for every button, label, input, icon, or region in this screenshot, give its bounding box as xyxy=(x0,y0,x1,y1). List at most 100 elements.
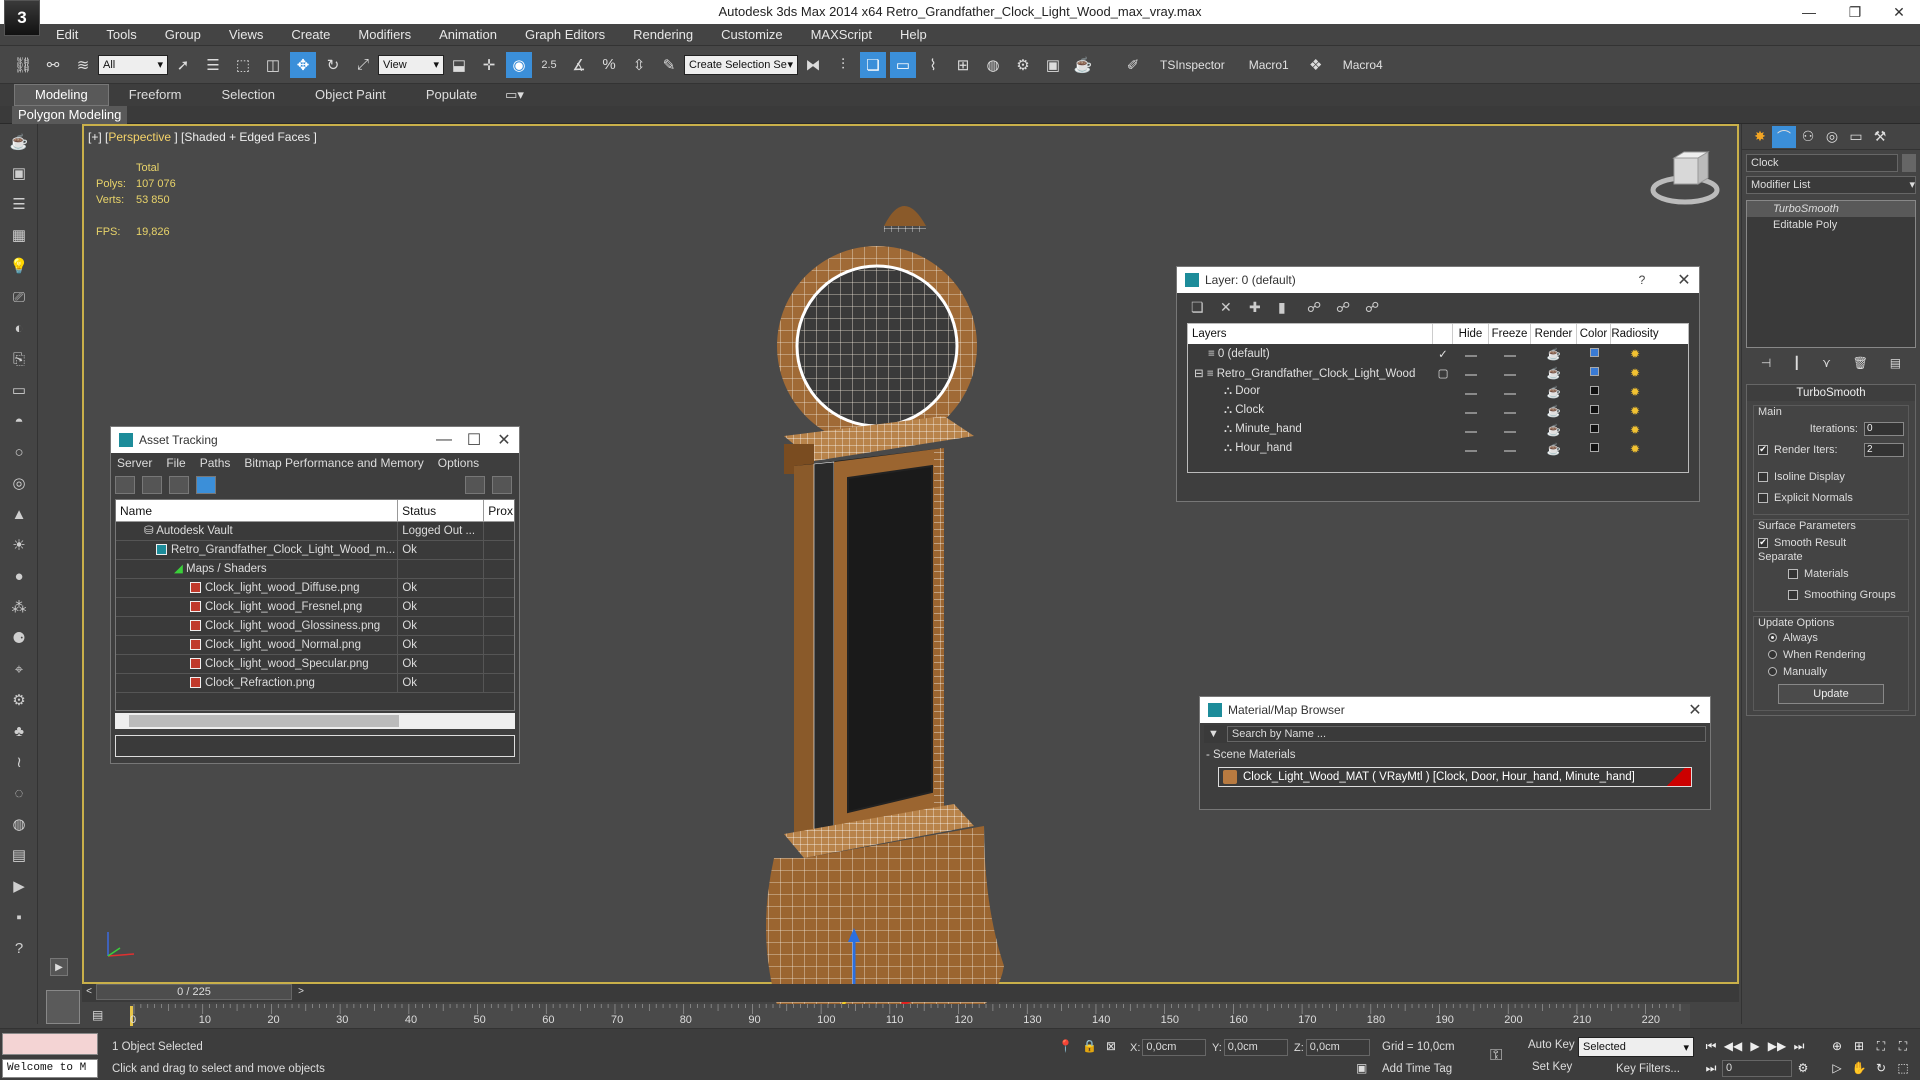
isoline-display-checkbox[interactable] xyxy=(1758,471,1768,482)
tab-selection[interactable]: Selection xyxy=(202,85,295,105)
table-row[interactable]: ⛁ Autodesk Vault Logged Out ... xyxy=(116,521,514,541)
render-teapot-icon[interactable]: ☕ xyxy=(1531,404,1577,418)
smoothing-groups-checkbox[interactable] xyxy=(1788,589,1798,600)
new-layer-icon[interactable]: ❏ xyxy=(1191,299,1207,315)
maximize-button[interactable]: ❐ xyxy=(1832,0,1878,24)
create-tab-icon[interactable]: ✸ xyxy=(1748,126,1772,148)
freeze-toggle[interactable] xyxy=(1504,411,1516,414)
menu-rendering[interactable]: Rendering xyxy=(619,24,707,46)
viewport-view-name[interactable]: Perspective xyxy=(108,130,171,144)
window-crossing-icon[interactable]: ◫ xyxy=(260,52,286,78)
hide-toggle[interactable] xyxy=(1465,354,1477,357)
current-frame-field[interactable]: 0 xyxy=(1722,1059,1792,1077)
radiosity-icon[interactable]: ✹ xyxy=(1630,404,1640,418)
rect-selection-icon[interactable]: ⬚ xyxy=(230,52,256,78)
menu-animation[interactable]: Animation xyxy=(425,24,511,46)
help-context-icon[interactable] xyxy=(492,476,512,494)
menu-tools[interactable]: Tools xyxy=(92,24,150,46)
mini-curve-toggle[interactable] xyxy=(46,990,80,1024)
horizontal-scrollbar[interactable] xyxy=(115,713,515,729)
motion-tab-icon[interactable]: ◎ xyxy=(1820,126,1844,148)
media-icon[interactable]: ▶ xyxy=(6,873,32,899)
material-search-input[interactable]: Search by Name ... xyxy=(1226,726,1706,742)
previous-key-icon[interactable]: ◀◀ xyxy=(1722,1037,1744,1055)
camera-icon[interactable]: ⎚ xyxy=(6,284,32,310)
layers-icon[interactable]: ☰ xyxy=(6,191,32,217)
render-teapot-icon[interactable]: ☕ xyxy=(1531,442,1577,456)
spinner-snap-icon[interactable]: ⇳ xyxy=(626,52,652,78)
layer-color-swatch[interactable] xyxy=(1589,385,1599,395)
set-current-box-icon[interactable]: ▢ xyxy=(1433,366,1453,380)
percent-snap-icon[interactable]: % xyxy=(596,52,622,78)
when-rendering-radio[interactable] xyxy=(1768,650,1777,659)
render-teapot-icon[interactable]: ☕ xyxy=(1531,423,1577,437)
layer-explorer-icon[interactable]: ❏ xyxy=(860,51,886,78)
menu-create[interactable]: Create xyxy=(277,24,344,46)
light-bulb-icon[interactable]: 💡 xyxy=(6,253,32,279)
make-unique-icon[interactable]: ⋎ xyxy=(1822,356,1831,370)
menu-help[interactable]: Help xyxy=(886,24,941,46)
close-icon[interactable]: ✕ xyxy=(1669,270,1699,290)
render-setup-icon[interactable]: ⚙ xyxy=(1010,52,1036,78)
hierarchy-tab-icon[interactable]: ⚇ xyxy=(1796,126,1820,148)
material-browser-titlebar[interactable]: Material/Map Browser ✕ xyxy=(1200,697,1710,723)
column-hide[interactable]: Hide xyxy=(1453,324,1489,344)
angle-snap-icon[interactable]: ∡ xyxy=(566,52,592,78)
table-row[interactable]: Clock_light_wood_Normal.png Ok xyxy=(116,635,514,655)
menu-bitmap-performance[interactable]: Bitmap Performance and Memory xyxy=(244,456,423,470)
macro4-icon[interactable]: ❖ xyxy=(1303,52,1329,78)
key-icon[interactable]: ⚿ xyxy=(1490,1047,1502,1065)
column-name[interactable]: Name xyxy=(116,500,399,521)
align-icon[interactable]: ⫶ xyxy=(830,52,856,78)
object-name-field[interactable]: Clock xyxy=(1746,154,1898,172)
extension-icon[interactable]: ▪ xyxy=(6,904,32,930)
scene-materials-group[interactable]: - Scene Materials xyxy=(1206,749,1704,765)
app-logo-icon[interactable]: 3 xyxy=(4,0,40,36)
menu-graph-editors[interactable]: Graph Editors xyxy=(511,24,619,46)
table-view-icon[interactable] xyxy=(196,476,216,494)
layer-row[interactable]: ⊟ ≡ Retro_Grandfather_Clock_Light_Wood ▢… xyxy=(1188,363,1688,382)
radiosity-icon[interactable]: ✹ xyxy=(1630,423,1640,437)
modifier-stack-item[interactable]: Editable Poly xyxy=(1747,217,1915,233)
film-icon[interactable]: ⎘ xyxy=(6,346,32,372)
rendered-frame-icon[interactable]: ▣ xyxy=(1040,52,1066,78)
sound-icon[interactable]: ◐ xyxy=(6,315,32,341)
turbosmooth-rollout-header[interactable]: TurboSmooth xyxy=(1747,385,1915,401)
filter-dropdown-icon[interactable]: ▼ xyxy=(1208,728,1219,740)
selection-filter-dropdown[interactable]: All ▾ xyxy=(98,54,168,75)
select-object-icon[interactable]: ➚ xyxy=(170,52,196,78)
tsinspector-icon[interactable]: ✐ xyxy=(1120,52,1146,78)
asset-tracking-titlebar[interactable]: Asset Tracking — ☐ ✕ xyxy=(111,427,519,453)
freeze-toggle[interactable] xyxy=(1504,354,1516,357)
tab-populate[interactable]: Populate xyxy=(406,85,497,105)
time-slider[interactable]: 0 / 225 xyxy=(96,984,292,1000)
maximize-viewport-icon[interactable]: ⬚ xyxy=(1892,1059,1914,1077)
orbit-icon[interactable]: ↻ xyxy=(1870,1059,1892,1077)
pin-stack-icon[interactable]: ⊣ xyxy=(1761,356,1771,370)
manually-radio[interactable] xyxy=(1768,667,1777,676)
macro-tsinspector[interactable]: TSInspector xyxy=(1160,58,1225,72)
expand-toolbar-icon[interactable]: ▶ xyxy=(50,958,68,976)
ref-coord-dropdown[interactable]: View ▾ xyxy=(378,54,444,75)
y-coordinate-field[interactable]: 0,0cm xyxy=(1223,1039,1288,1056)
table-row[interactable]: ◢ Maps / Shaders xyxy=(116,559,514,579)
key-mode-icon[interactable]: ⏭ xyxy=(1700,1059,1722,1077)
highlight-layer-icon[interactable]: ☍ xyxy=(1307,299,1323,315)
render-teapot-icon[interactable]: ☕ xyxy=(1531,385,1577,399)
table-row[interactable]: Clock_light_wood_Diffuse.png Ok xyxy=(116,578,514,598)
macro-macro4[interactable]: Macro4 xyxy=(1343,58,1383,72)
viewport-label[interactable]: [+] [Perspective ] [Shaded + Edged Faces… xyxy=(88,130,317,144)
current-layer-check-icon[interactable]: ✓ xyxy=(1433,347,1453,361)
select-move-icon[interactable]: ✥ xyxy=(290,51,316,78)
freeze-toggle[interactable] xyxy=(1504,449,1516,452)
menu-server[interactable]: Server xyxy=(117,456,152,470)
table-row[interactable]: Clock_Refraction.png Ok xyxy=(116,673,514,693)
zoom-extents-all-icon[interactable]: ⛶ xyxy=(1892,1037,1914,1055)
always-radio[interactable] xyxy=(1768,633,1777,642)
column-layers[interactable]: Layers xyxy=(1188,324,1433,344)
cloth-icon[interactable]: ◌ xyxy=(6,780,32,806)
iterations-spinner[interactable]: 0 xyxy=(1864,421,1904,436)
particles-icon[interactable]: ⁂ xyxy=(6,594,32,620)
close-button[interactable]: ✕ xyxy=(1876,0,1920,24)
polygon-modeling-panel[interactable]: Polygon Modeling xyxy=(12,106,128,124)
